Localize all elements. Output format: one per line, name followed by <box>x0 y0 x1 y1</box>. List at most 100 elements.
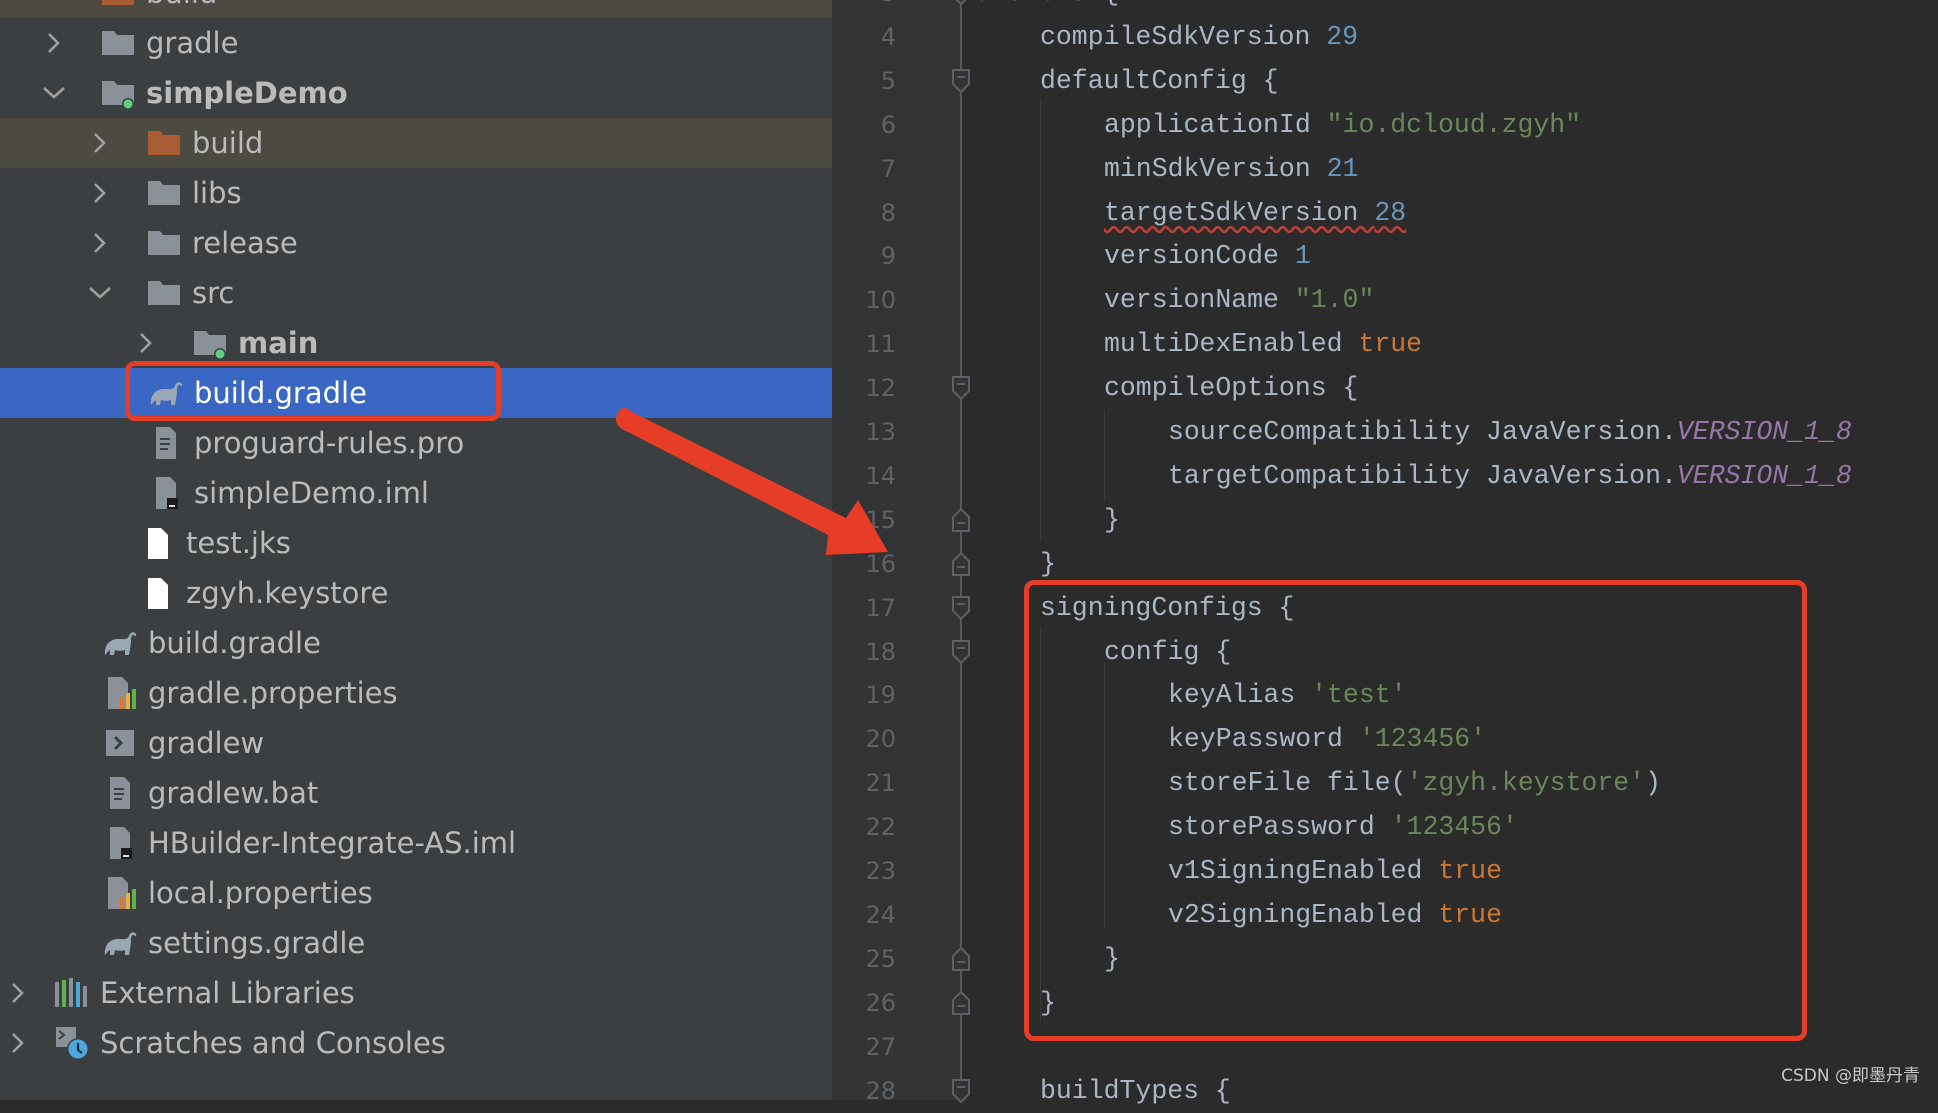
chevron-right-icon[interactable] <box>4 1029 32 1057</box>
chevron-right-icon[interactable] <box>40 29 68 57</box>
code-line[interactable]: sourceCompatibility JavaVersion.VERSION_… <box>1168 410 1852 454</box>
code-token: "1.0" <box>1294 285 1375 316</box>
code-line[interactable]: versionCode 1 <box>1104 234 1311 278</box>
line-number: 16 <box>865 549 896 578</box>
text-file-icon <box>102 775 138 811</box>
code-line[interactable]: defaultConfig { <box>1040 59 1279 103</box>
fold-end-icon[interactable] <box>952 990 970 1015</box>
tree-item[interactable]: build <box>0 0 832 18</box>
code-token: minSdkVersion <box>1104 153 1327 184</box>
fold-end-icon[interactable] <box>952 946 970 971</box>
code-line[interactable]: compileOptions { <box>1104 366 1358 410</box>
code-line[interactable]: config { <box>1104 630 1231 674</box>
code-line[interactable]: targetCompatibility JavaVersion.VERSION_… <box>1168 454 1852 498</box>
code-token: 'zgyh.keystore' <box>1406 768 1646 799</box>
code-line[interactable]: versionName "1.0" <box>1104 278 1374 322</box>
tree-item[interactable]: gradle.properties <box>0 668 832 718</box>
tree-item[interactable]: build.gradle <box>0 618 832 668</box>
line-number: 24 <box>865 900 896 929</box>
line-number: 19 <box>865 681 896 710</box>
code-token: targetSdkVersion 28 <box>1104 197 1407 228</box>
chevron-right-icon[interactable] <box>86 229 114 257</box>
tree-item-label: build <box>192 126 264 160</box>
tree-item-label: proguard-rules.pro <box>194 426 465 460</box>
tree-item[interactable]: build <box>0 118 832 168</box>
code-line[interactable]: keyAlias 'test' <box>1168 673 1407 717</box>
chevron-down-icon[interactable] <box>40 79 68 107</box>
chevron-right-icon[interactable] <box>132 329 160 357</box>
fold-end-icon[interactable] <box>952 507 970 532</box>
fold-collapse-icon[interactable] <box>952 376 970 401</box>
code-token: v1SigningEnabled <box>1168 856 1439 886</box>
tree-item[interactable]: main <box>0 318 832 368</box>
line-number: 20 <box>865 725 896 754</box>
code-line[interactable]: android { <box>976 0 1119 15</box>
code-line[interactable]: signingConfigs { <box>1040 586 1294 630</box>
code-token: } <box>1040 548 1056 579</box>
code-line[interactable]: storeFile file('zgyh.keystore') <box>1168 761 1661 805</box>
tree-item[interactable]: zgyh.keystore <box>0 568 832 618</box>
tree-item-label: src <box>192 276 235 310</box>
indent-guide <box>1104 662 1105 928</box>
line-number: 27 <box>865 1032 896 1061</box>
fold-collapse-icon[interactable] <box>952 595 970 621</box>
code-token: true <box>1438 856 1502 886</box>
chevron-right-icon[interactable] <box>86 179 114 207</box>
tree-item[interactable]: libs <box>0 168 832 218</box>
tree-item[interactable]: proguard-rules.pro <box>0 418 832 468</box>
code-line[interactable]: applicationId "io.dcloud.zgyh" <box>1104 103 1581 147</box>
code-line[interactable]: } <box>1104 937 1120 981</box>
tree-item[interactable]: External Libraries <box>0 968 832 1018</box>
code-line[interactable]: v1SigningEnabled true <box>1168 849 1502 893</box>
tree-item-label: simpleDemo.iml <box>194 476 429 510</box>
code-line[interactable]: storePassword '123456' <box>1168 805 1518 849</box>
tree-item-label: build.gradle <box>148 626 321 660</box>
chevron-right-icon[interactable] <box>86 129 114 157</box>
tree-item[interactable]: gradlew <box>0 718 832 768</box>
tree-item[interactable]: HBuilder-Integrate-AS.iml <box>0 818 832 868</box>
tree-item[interactable]: release <box>0 218 832 268</box>
fold-collapse-icon[interactable] <box>952 1078 970 1103</box>
code-line[interactable]: minSdkVersion 21 <box>1104 147 1358 191</box>
tree-item[interactable]: gradle <box>0 18 832 68</box>
code-line[interactable]: multiDexEnabled true <box>1104 322 1422 366</box>
indent-guide <box>1104 410 1105 500</box>
tree-item[interactable]: simpleDemo <box>0 68 832 118</box>
code-token: ) <box>1645 768 1661 799</box>
tree-item-label: test.jks <box>186 526 291 560</box>
code-line[interactable]: v2SigningEnabled true <box>1168 893 1502 937</box>
gradle-elephant-icon <box>102 925 138 961</box>
code-line[interactable]: compileSdkVersion 29 <box>1040 15 1358 59</box>
chevron-down-icon[interactable] <box>40 0 68 7</box>
tree-item[interactable]: gradlew.bat <box>0 768 832 818</box>
chevron-down-icon[interactable] <box>86 279 114 307</box>
tree-item[interactable]: simpleDemo.iml <box>0 468 832 518</box>
fold-collapse-icon[interactable] <box>952 0 970 6</box>
line-number: 12 <box>865 374 896 403</box>
code-line[interactable]: keyPassword '123456' <box>1168 717 1486 761</box>
module-folder-icon <box>192 325 228 361</box>
tree-item[interactable]: test.jks <box>0 518 832 568</box>
tree-item[interactable]: src <box>0 268 832 318</box>
code-token: } <box>1040 987 1056 1018</box>
code-line[interactable]: } <box>1040 981 1056 1025</box>
line-number: 10 <box>865 286 896 315</box>
fold-collapse-icon[interactable] <box>952 639 970 664</box>
tree-item[interactable]: local.properties <box>0 868 832 918</box>
tree-item[interactable]: settings.gradle <box>0 918 832 968</box>
code-line[interactable]: } <box>1104 498 1120 542</box>
code-token: android { <box>976 0 1119 8</box>
tree-item[interactable]: build.gradle <box>0 368 832 418</box>
tree-item-label: External Libraries <box>100 976 355 1010</box>
line-number: 21 <box>865 769 896 798</box>
code-line[interactable]: targetSdkVersion 28 <box>1104 191 1406 235</box>
code-line[interactable]: } <box>1040 542 1056 586</box>
indent-guide <box>1040 100 1041 540</box>
tree-item[interactable]: Scratches and Consoles <box>0 1018 832 1068</box>
tree-item-label: gradlew.bat <box>148 776 319 810</box>
code-line[interactable]: buildTypes { <box>1040 1069 1231 1113</box>
fold-end-icon[interactable] <box>952 551 970 576</box>
chevron-right-icon[interactable] <box>4 979 32 1007</box>
fold-collapse-icon[interactable] <box>952 68 970 94</box>
watermark: CSDN @即墨丹青 <box>1781 1066 1920 1086</box>
